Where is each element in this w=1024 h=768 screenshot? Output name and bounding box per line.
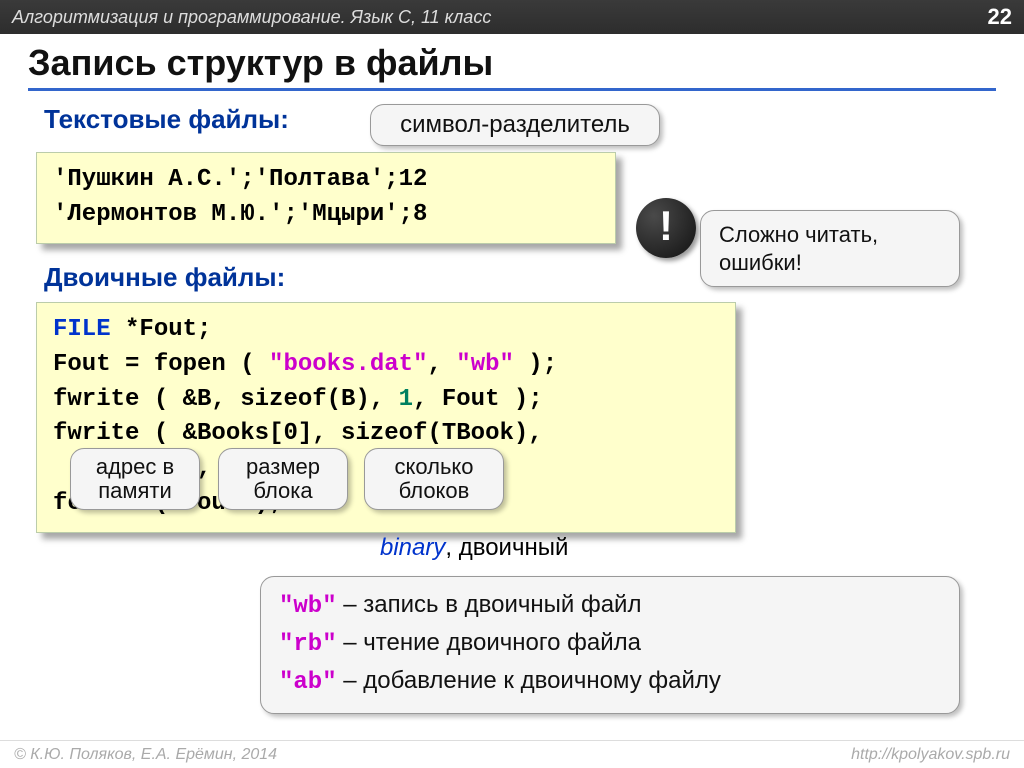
topbar-text: Алгоритмизация и программирование. Язык …	[12, 7, 491, 28]
codebox-text-files: 'Пушкин А.С.';'Полтава';12 'Лермонтов М.…	[36, 152, 616, 244]
mode-wb-text: – запись в двоичный файл	[337, 591, 642, 618]
callout-separator: символ-разделитель	[370, 104, 660, 146]
callout-size: размер блока	[218, 448, 348, 510]
code2-l3c: , Fout );	[413, 386, 543, 413]
page-number: 22	[988, 4, 1012, 30]
page-title: Запись структур в файлы	[28, 36, 996, 91]
mode-rb: "rb" – чтение двоичного файла	[279, 625, 941, 663]
modes-box: "wb" – запись в двоичный файл "rb" – чте…	[260, 576, 960, 714]
code1-line2: 'Лермонтов М.Ю.';'Мцыри';8	[53, 201, 427, 228]
callout-count: сколько блоков	[364, 448, 504, 510]
code1-line1: 'Пушкин А.С.';'Полтава';12	[53, 166, 427, 193]
code2-l2c: ,	[427, 351, 456, 378]
mode-rb-code: "rb"	[279, 631, 337, 658]
binary-label: binary, двоичный	[380, 534, 568, 562]
code2-l1a: FILE	[53, 316, 111, 343]
code2-l2d: "wb"	[456, 351, 514, 378]
code2-l2a: Fout = fopen (	[53, 351, 269, 378]
code2-l1b: *Fout;	[111, 316, 212, 343]
mode-ab-code: "ab"	[279, 669, 337, 696]
code2-l4a: fwrite ( &Books[0], sizeof(TBook),	[53, 420, 543, 447]
mode-wb-code: "wb"	[279, 593, 337, 620]
code2-l3a: fwrite ( &B, sizeof(B),	[53, 386, 399, 413]
code2-l3b: 1	[399, 386, 413, 413]
topbar: Алгоритмизация и программирование. Язык …	[0, 0, 1024, 34]
subheading-binary-files: Двоичные файлы:	[44, 262, 285, 293]
subheading-text-files: Текстовые файлы:	[44, 104, 289, 135]
callout-warning: Сложно читать, ошибки!	[700, 210, 960, 287]
footer: © К.Ю. Поляков, Е.А. Ерёмин, 2014 http:/…	[0, 740, 1024, 768]
footer-right: http://kpolyakov.spb.ru	[851, 746, 1010, 764]
mode-ab-text: – добавление к двоичному файлу	[337, 667, 721, 694]
callout-addr: адрес в памяти	[70, 448, 200, 510]
mode-rb-text: – чтение двоичного файла	[337, 629, 641, 656]
code2-l2e: );	[514, 351, 557, 378]
mode-wb: "wb" – запись в двоичный файл	[279, 587, 941, 625]
binary-label-rest: , двоичный	[445, 534, 568, 561]
mode-ab: "ab" – добавление к двоичному файлу	[279, 663, 941, 701]
warning-badge: !	[636, 198, 696, 258]
code2-l2b: "books.dat"	[269, 351, 427, 378]
binary-label-it: binary	[380, 534, 445, 561]
footer-left: © К.Ю. Поляков, Е.А. Ерёмин, 2014	[14, 746, 277, 764]
